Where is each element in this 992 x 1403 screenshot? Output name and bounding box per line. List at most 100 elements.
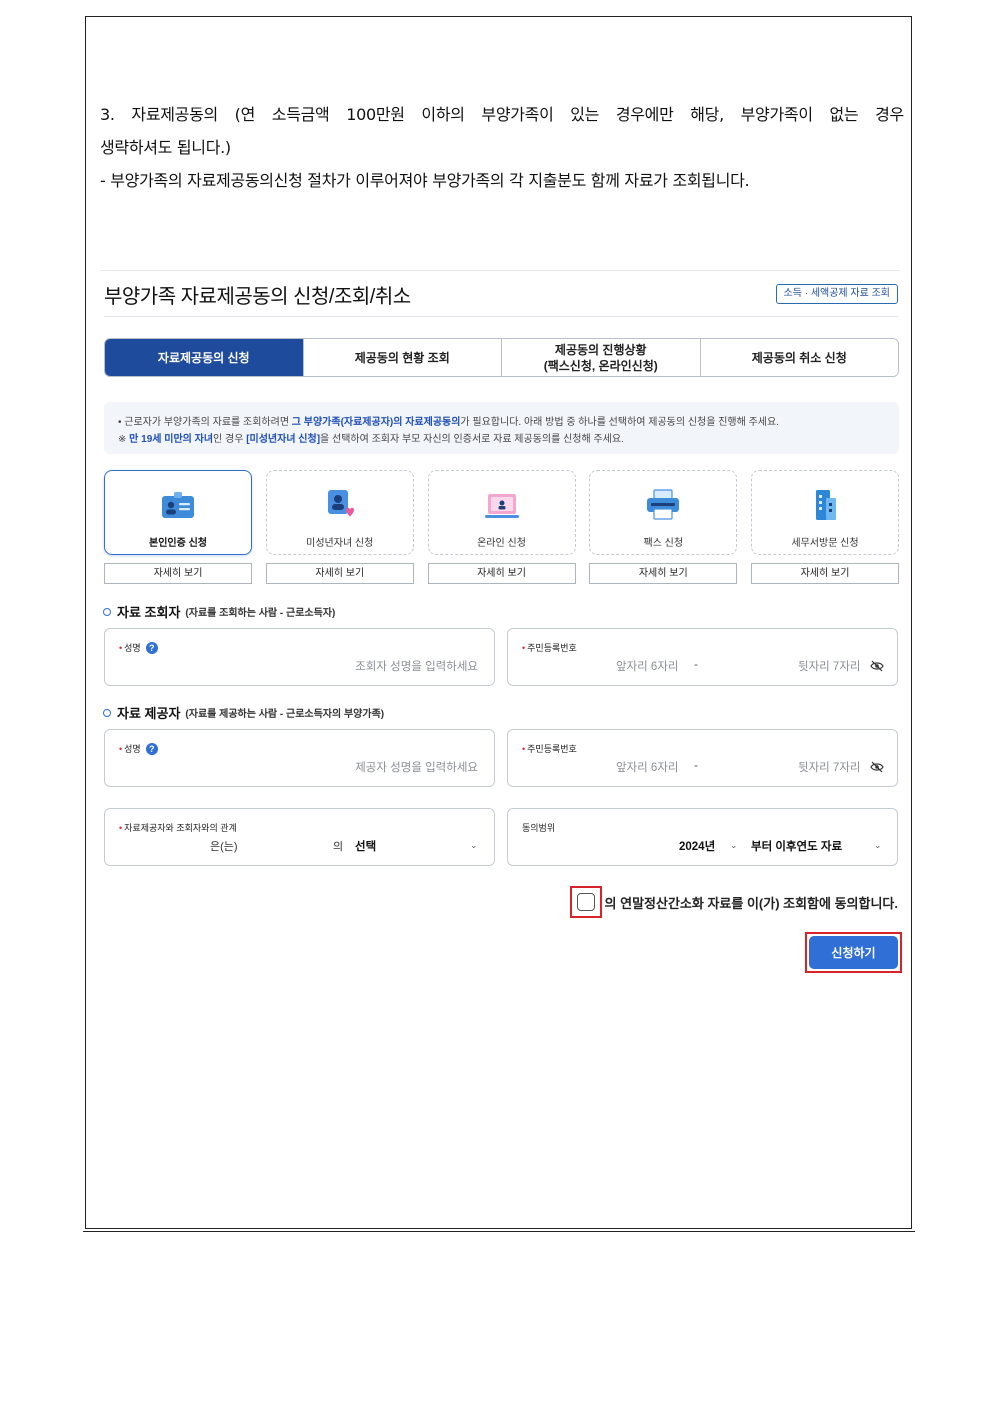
doc-word: 해당, [690, 105, 724, 124]
doc-word: 없는 [829, 105, 859, 124]
method-fax-card[interactable]: 팩스 신청 [589, 470, 738, 555]
field-label: • 성명? [119, 641, 158, 654]
field-label: • 주민등록번호 [522, 642, 577, 654]
doc-line-1: 3. 자료제공동의 (연 소득금액 100만원 이하의 부양가족이 있는 경우에만 해당, 부양가족… [100, 98, 904, 131]
method-self-auth-card[interactable]: 본인인증 신청 [104, 470, 252, 555]
scope-suffix-select[interactable]: 부터 이후연도 자료 [751, 838, 842, 854]
doc-word: (연 [234, 105, 256, 124]
chevron-down-icon[interactable]: ⌄ [874, 840, 882, 851]
tab-label-line-2: (팩스신청, 온라인신청) [543, 358, 658, 373]
notice-text: 가 필요합니다. 아래 방법 중 하나를 선택하여 제공동의 신청을 진행해 주… [460, 417, 779, 428]
method-tax-office-card[interactable]: 세무서방문 신청 [751, 470, 899, 555]
notice-text: 근로자가 부양가족의 자료를 조회하려면 [124, 417, 292, 428]
tab-consent-status[interactable]: 제공동의 현황 조회 [302, 339, 501, 376]
doc-line-3: - 부양가족의 자료제공동의신청 절차가 이루어져야 부양가족의 각 지출분도 … [100, 171, 750, 190]
doc-word: 이하의 [421, 105, 465, 124]
method-label: 팩스 신청 [643, 538, 684, 549]
field-label: 동의범위 [522, 821, 555, 834]
field-label: • 성명? [119, 742, 158, 755]
rrn-dash: - [694, 758, 698, 772]
provider-rrn-field[interactable]: • 주민등록번호 앞자리 6자리 - 뒷자리 7자리 [507, 729, 898, 787]
doc-word: 경우 [875, 105, 904, 124]
highlight-box: 신청하기 [805, 932, 902, 973]
tab-consent-cancel[interactable]: 제공동의 취소 신청 [699, 339, 898, 376]
rrn-back-input[interactable]: 뒷자리 7자리 [798, 759, 861, 775]
tab-label: 제공동의 진행상황 (팩스신청, 온라인신청) [544, 342, 658, 374]
tab-label-line-1: 제공동의 진행상황 [554, 342, 647, 357]
tab-label: 자료제공동의 신청 [157, 350, 250, 365]
tax-deduction-lookup-link[interactable]: 소득 · 세액공제 자료 조회 [775, 284, 898, 304]
name-placeholder: 조회자 성명을 입력하세요 [355, 661, 478, 673]
method-label: 본인인증 신청 [149, 538, 207, 549]
provider-section-title: 자료 제공자 (자료를 제공하는 사람 - 근로소득자의 부양가족) [103, 703, 384, 722]
tab-consent-apply[interactable]: 자료제공동의 신청 [105, 339, 303, 376]
help-icon[interactable]: ? [145, 742, 158, 755]
divider [104, 316, 898, 317]
section-title-text: 자료 제공자 [117, 706, 181, 721]
notice-highlight: 그 부양가족(자료제공자)의 자료제공동의 [291, 417, 461, 428]
method-label: 미성년자녀 신청 [306, 538, 374, 549]
screenshot-panel: 부양가족 자료제공동의 신청/조회/취소 소득 · 세액공제 자료 조회 자료제… [100, 270, 902, 985]
id-card-icon [162, 492, 194, 518]
tab-bar: 자료제공동의 신청 제공동의 현황 조회 제공동의 진행상황 (팩스신청, 온라인… [104, 338, 899, 377]
eye-off-icon[interactable] [870, 660, 884, 672]
relation-field: • 자료제공자와 조회자와의 관계 은(는) 의 선택 ⌄ [104, 808, 495, 866]
doc-word: 100만원 [346, 105, 405, 124]
eye-off-icon[interactable] [870, 761, 884, 773]
method-minor-child-card[interactable]: 미성년자녀 신청 [265, 470, 414, 555]
tab-consent-progress[interactable]: 제공동의 진행상황 (팩스신청, 온라인신청) [501, 339, 700, 376]
method-item: 본인인증 신청 자세히 보기 [104, 470, 252, 584]
notice-mark: ※ [118, 434, 130, 445]
inquirer-rrn-field[interactable]: • 주민등록번호 앞자리 6자리 - 뒷자리 7자리 [507, 628, 898, 686]
label-text: 성명 [124, 744, 141, 754]
doc-word: 부양가족이 [481, 105, 554, 124]
page-underline [83, 1231, 915, 1232]
provider-name-field[interactable]: • 성명? 제공자 성명을 입력하세요 [104, 729, 495, 787]
detail-button[interactable]: 자세히 보기 [751, 563, 899, 584]
detail-button[interactable]: 자세히 보기 [265, 563, 414, 584]
inquirer-section-title: 자료 조회자 (자료를 조회하는 사람 - 근로소득자) [103, 602, 335, 621]
detail-button[interactable]: 자세히 보기 [104, 563, 252, 584]
notice-box: • 근로자가 부양가족의 자료를 조회하려면 그 부양가족(자료제공자)의 자료… [104, 402, 899, 454]
method-item: 팩스 신청 자세히 보기 [589, 470, 738, 584]
bullet-ring-icon [103, 607, 111, 616]
rrn-front-input[interactable]: 앞자리 6자리 [616, 759, 679, 775]
consent-row: 의 연말정산간소화 자료를 이(가) 조회함에 동의합니다. [569, 886, 898, 918]
label-text: 주민등록번호 [527, 643, 577, 653]
bullet-ring-icon [103, 708, 111, 717]
doc-word: 부양가족이 [740, 105, 813, 124]
child-heart-icon [327, 490, 354, 517]
relation-select[interactable]: 선택 [355, 838, 376, 854]
rrn-front-input[interactable]: 앞자리 6자리 [616, 658, 679, 674]
doc-word: 소득금액 [271, 105, 330, 124]
doc-word: 자료제공동의 [131, 105, 218, 124]
label-text: 주민등록번호 [527, 744, 577, 754]
label-text: 자료제공자와 조회자와의 관계 [124, 823, 237, 833]
method-list: 본인인증 신청 자세히 보기 미성년자녀 신청 자세히 보기 온라인 신청 자세… [104, 470, 899, 584]
detail-button[interactable]: 자세히 보기 [427, 563, 576, 584]
laptop-icon [484, 494, 519, 518]
page-title: 부양가족 자료제공동의 신청/조회/취소 [104, 286, 411, 308]
method-online-card[interactable]: 온라인 신청 [427, 470, 576, 555]
chevron-down-icon[interactable]: ⌄ [730, 840, 738, 851]
submit-button[interactable]: 신청하기 [809, 936, 898, 969]
method-label: 세무서방문 신청 [791, 538, 859, 549]
chevron-down-icon[interactable]: ⌄ [470, 840, 478, 851]
document-text: 3. 자료제공동의 (연 소득금액 100만원 이하의 부양가족이 있는 경우에만 해당, 부양가족… [100, 98, 904, 197]
method-item: 미성년자녀 신청 자세히 보기 [265, 470, 414, 584]
inquirer-name-field[interactable]: • 성명? 조회자 성명을 입력하세요 [104, 628, 495, 686]
relation-subject: 은(는) [210, 841, 238, 853]
name-placeholder: 제공자 성명을 입력하세요 [355, 762, 478, 774]
doc-word: 경우에만 [615, 105, 674, 124]
highlight-box [569, 886, 602, 918]
notice-line-1: • 근로자가 부양가족의 자료를 조회하려면 그 부양가족(자료제공자)의 자료… [118, 417, 779, 428]
rrn-dash: - [694, 657, 698, 671]
detail-button[interactable]: 자세히 보기 [589, 563, 738, 584]
label-text: 동의범위 [522, 823, 556, 833]
consent-checkbox[interactable] [576, 893, 595, 911]
scope-year-select[interactable]: 2024년 [679, 838, 715, 854]
help-icon[interactable]: ? [145, 641, 158, 654]
consent-text: 의 연말정산간소화 자료를 이(가) 조회함에 동의합니다. [604, 895, 898, 911]
rrn-back-input[interactable]: 뒷자리 7자리 [798, 658, 861, 674]
notice-highlight: 만 19세 미만의 자녀 [129, 434, 214, 445]
